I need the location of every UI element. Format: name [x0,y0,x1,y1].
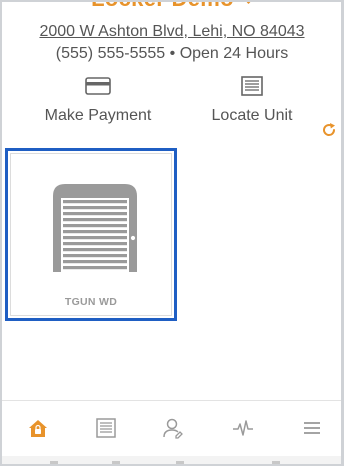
locate-unit-label: Locate Unit [211,107,293,124]
phone-and-hours: (555) 555-5555 • Open 24 Hours [55,45,289,62]
bottom-edge-strip [2,456,341,466]
unit-card[interactable]: TGUN WD [5,148,177,321]
storage-door-icon [241,76,263,96]
locate-unit-button[interactable]: Locate Unit [182,76,322,125]
make-payment-label: Make Payment [44,107,152,124]
account-icon[interactable] [162,417,184,439]
strip-mark [272,461,280,464]
menu-icon[interactable] [301,417,323,439]
strip-mark [176,461,184,464]
activity-icon[interactable] [232,417,254,439]
storage-unit-door-icon [53,184,137,272]
units-icon[interactable] [95,417,117,439]
home-lock-icon[interactable] [27,417,49,439]
site-title[interactable]: Locker Demo [0,0,344,12]
bottom-tab-bar [0,400,344,456]
chevron-down-icon[interactable] [241,0,255,4]
refresh-icon[interactable] [321,122,337,138]
strip-mark [112,461,120,464]
unit-name: TGUN WD [64,296,118,308]
credit-card-icon [85,77,111,95]
unit-card-inner: TGUN WD [10,153,172,316]
make-payment-button[interactable]: Make Payment [28,76,168,125]
facility-address-link[interactable]: 2000 W Ashton Blvd, Lehi, NO 84043 [0,23,344,41]
site-title-text: Locker Demo [91,0,234,11]
strip-mark [50,461,58,464]
